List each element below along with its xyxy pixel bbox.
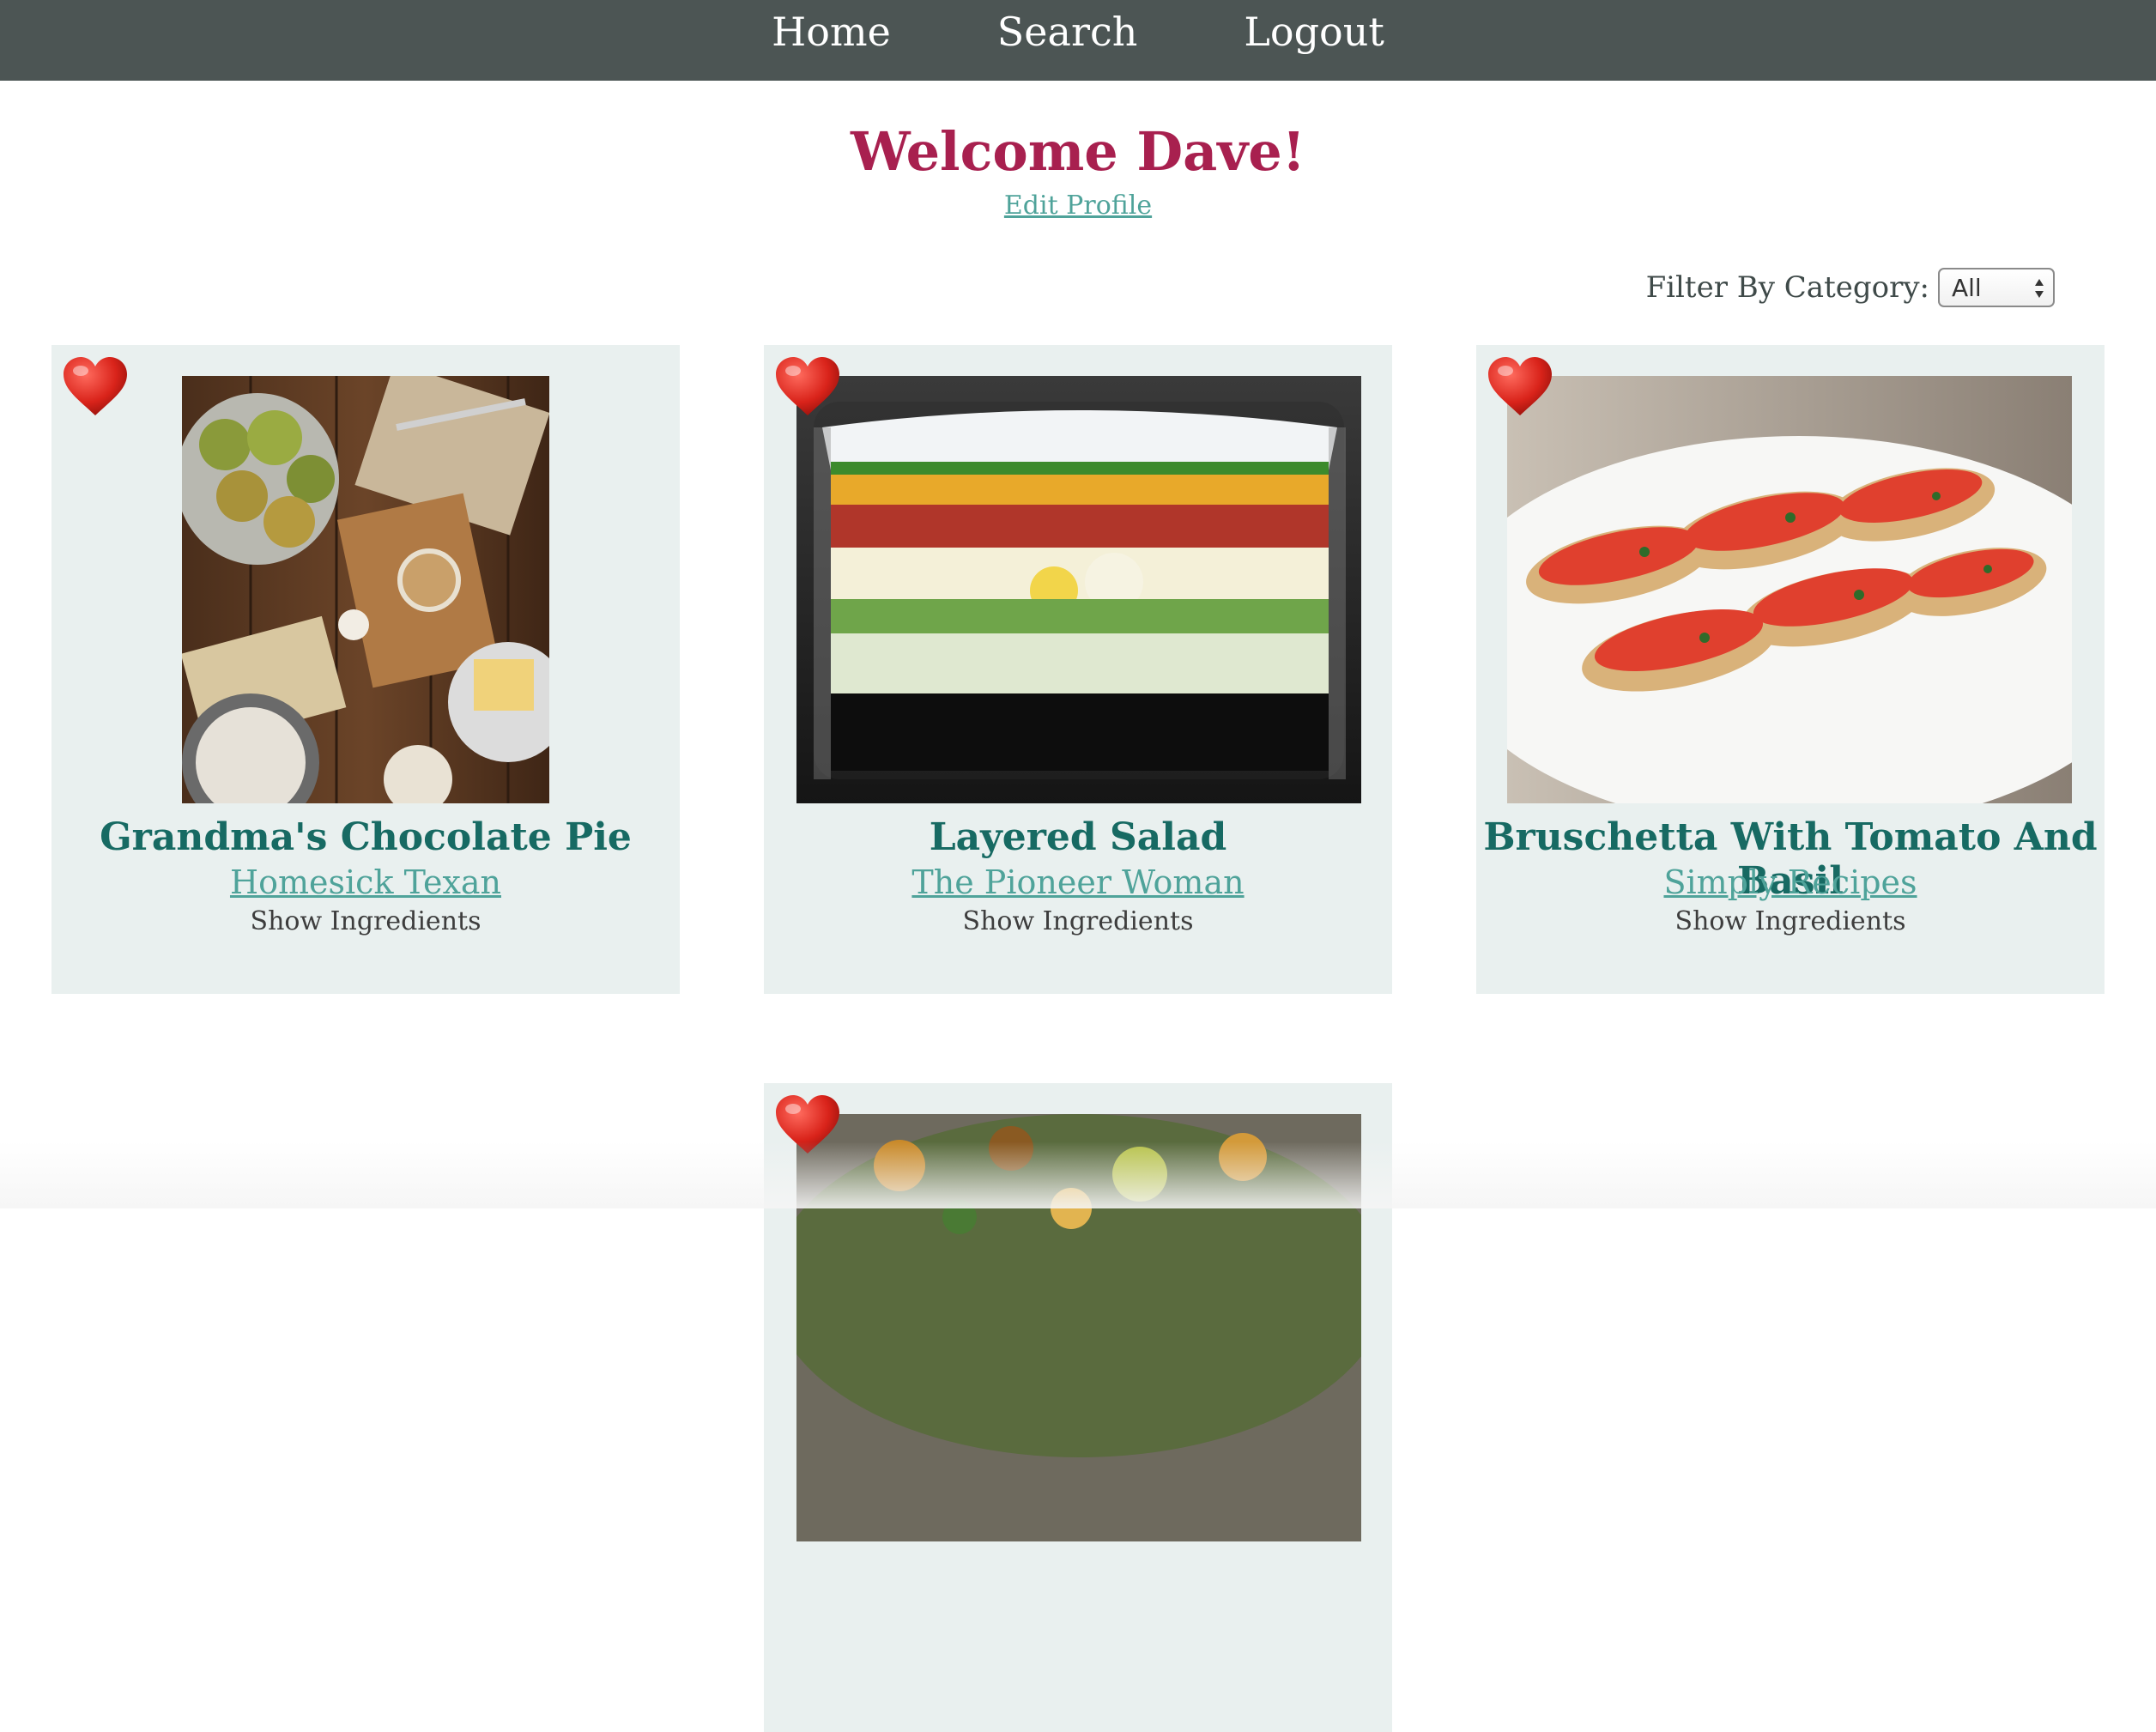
favorite-heart-icon[interactable] xyxy=(62,355,129,417)
recipe-source-link[interactable]: The Pioneer Woman xyxy=(911,863,1244,901)
nav-home-link[interactable]: Home xyxy=(772,9,891,55)
recipe-image[interactable] xyxy=(182,376,549,803)
recipe-title: Layered Salad xyxy=(929,815,1227,859)
favorite-heart-icon[interactable] xyxy=(1487,355,1553,417)
filter-label: Filter By Category: xyxy=(1645,270,1929,305)
recipe-card: Grandma's Chocolate Pie Homesick Texan S… xyxy=(51,345,680,994)
nav-search-link[interactable]: Search xyxy=(997,9,1138,55)
recipe-source-link[interactable]: Simply Recipes xyxy=(1663,863,1917,901)
recipe-source-link[interactable]: Homesick Texan xyxy=(230,863,501,901)
recipe-card xyxy=(764,1083,1392,1732)
show-ingredients-toggle[interactable]: Show Ingredients xyxy=(51,906,680,936)
nav-logout-link[interactable]: Logout xyxy=(1244,9,1384,55)
show-ingredients-toggle[interactable]: Show Ingredients xyxy=(764,906,1392,936)
category-select[interactable]: All xyxy=(1938,268,2055,307)
recipe-image[interactable] xyxy=(796,1114,1361,1541)
category-select-value: All xyxy=(1952,273,1982,302)
category-filter: Filter By Category: All xyxy=(1646,268,2055,307)
recipe-source-container: Homesick Texan xyxy=(51,863,680,901)
favorite-heart-icon[interactable] xyxy=(774,1093,841,1155)
recipe-image[interactable] xyxy=(796,376,1361,803)
favorite-heart-icon[interactable] xyxy=(774,355,841,417)
recipe-image[interactable] xyxy=(1507,376,2072,803)
recipe-source-container: The Pioneer Woman xyxy=(764,863,1392,901)
recipe-source-container: Simply Recipes xyxy=(1476,863,2105,901)
welcome-heading: Welcome Dave! xyxy=(851,120,1305,183)
select-arrows-icon xyxy=(2035,279,2044,298)
recipe-title: Grandma's Chocolate Pie xyxy=(100,815,632,859)
edit-profile-link[interactable]: Edit Profile xyxy=(1004,191,1152,221)
recipe-card: Layered Salad The Pioneer Woman Show Ing… xyxy=(764,345,1392,994)
show-ingredients-toggle[interactable]: Show Ingredients xyxy=(1476,906,2105,936)
top-nav-bar: Home Search Logout xyxy=(0,0,2156,81)
recipe-card: Bruschetta With Tomato And Basil Simply … xyxy=(1476,345,2105,994)
edit-profile-container: Edit Profile xyxy=(0,191,2156,221)
